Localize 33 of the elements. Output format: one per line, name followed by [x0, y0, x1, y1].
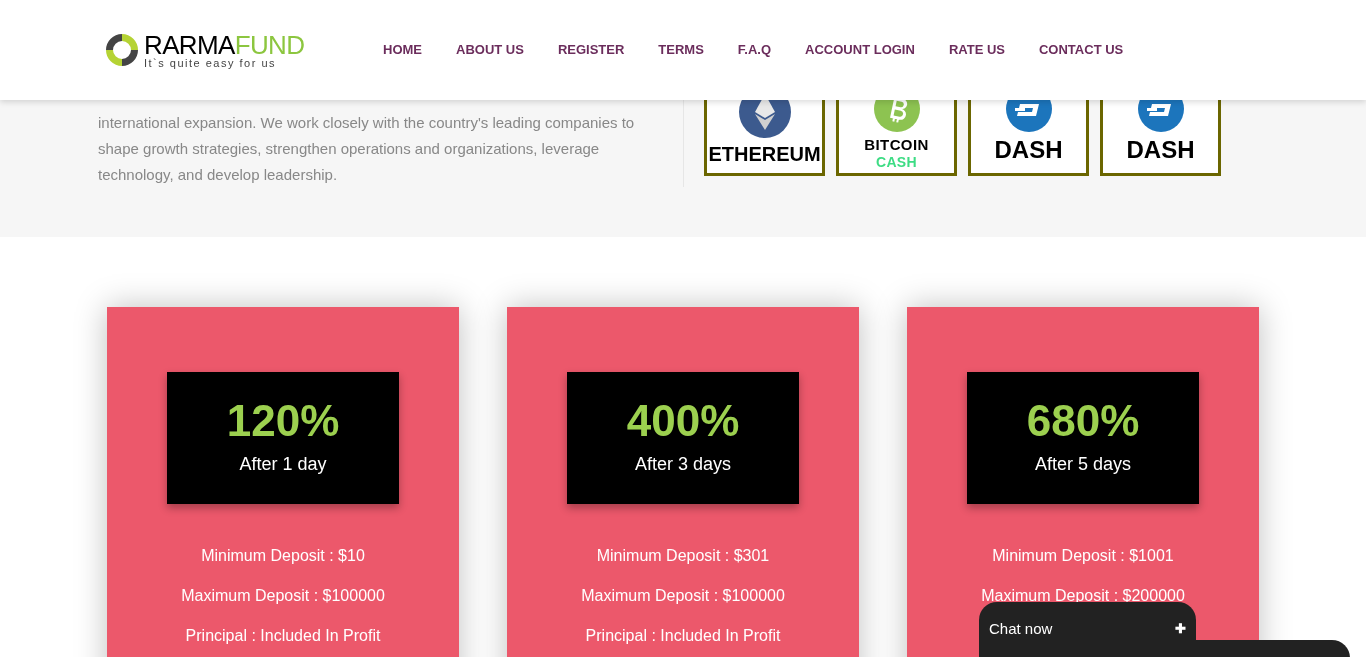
nav-link[interactable]: RATE US — [948, 40, 1005, 60]
coin-label: DASH — [1126, 138, 1195, 162]
plan-detail: Minimum Deposit : $10 — [201, 546, 365, 566]
chat-button[interactable]: Chat now ✚ — [979, 602, 1196, 657]
diamond-coin-icon — [738, 100, 791, 138]
nav-link[interactable]: HOME — [383, 40, 422, 60]
nav-link[interactable]: F.A.Q — [737, 40, 772, 60]
plan-detail: Minimum Deposit : $301 — [596, 546, 770, 566]
about-paragraph: international expansion. We work closely with the country's leading companies to shape growth strategies, strengthen operations and organizations, leverage technology, and develop leadership. — [98, 113, 636, 185]
coin-label: DASH — [994, 138, 1063, 162]
nav-link[interactable]: REGISTER — [557, 40, 625, 60]
plan-detail: Principal : Included In Profit — [185, 626, 381, 646]
nav-link[interactable]: CONTACT US — [1039, 40, 1124, 60]
nav-link[interactable]: TERMS — [658, 40, 704, 60]
coin-sublabel: CASH — [875, 154, 918, 170]
logo-tagline: It`s quite easy for us — [144, 57, 278, 69]
rate-percent: 680% — [1026, 398, 1140, 443]
plan-detail: Minimum Deposit : $1001 — [992, 546, 1174, 566]
plan-detail: Principal : Included In Profit — [585, 626, 781, 646]
logo-wordmark-accent: FUND — [234, 31, 305, 58]
rate-period: After 3 days — [634, 452, 731, 476]
coin-label: ETHEREUM — [708, 144, 821, 164]
rate-percent: 400% — [626, 398, 740, 443]
rate-period: After 5 days — [1034, 452, 1131, 476]
logo-wordmark: RARMA — [144, 31, 235, 58]
plan-detail: Maximum Deposit : $100000 — [181, 586, 385, 606]
plus-icon: ✚ — [1175, 619, 1186, 639]
rate-period: After 1 day — [239, 452, 327, 476]
plan-detail: Maximum Deposit : $100000 — [581, 586, 785, 606]
nav-link[interactable]: ACCOUNT LOGIN — [805, 40, 915, 60]
coin-label: BITCOIN — [864, 136, 929, 154]
nav-link[interactable]: ABOUT US — [456, 40, 524, 60]
rate-percent: 120% — [226, 398, 340, 443]
